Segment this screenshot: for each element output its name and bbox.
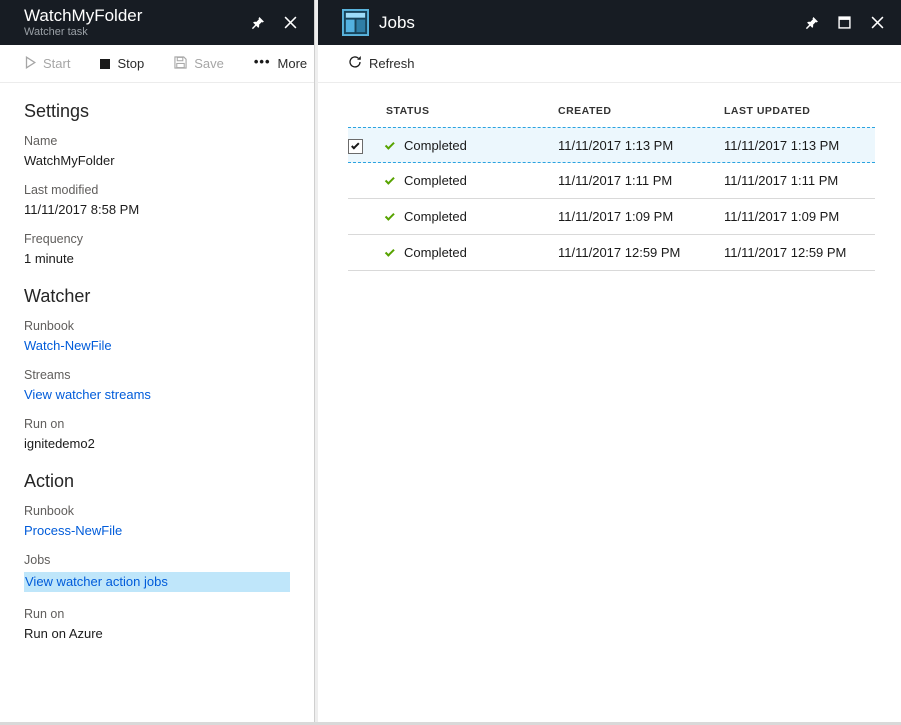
watcher-toolbar: Start Stop Save ••• More [0, 45, 314, 83]
created-cell: 11/11/2017 1:09 PM [558, 209, 724, 224]
field-label: Streams [24, 368, 290, 382]
field-label: Runbook [24, 504, 290, 518]
field-name: Name WatchMyFolder [24, 134, 290, 168]
table-row[interactable]: Completed 11/11/2017 1:11 PM 11/11/2017 … [348, 163, 875, 199]
section-action: Action Runbook Process-NewFile Jobs View… [24, 471, 290, 641]
jobs-blade-header: Jobs [318, 0, 901, 45]
jobs-blade-icon [342, 9, 369, 36]
jobs-blade: Jobs Refresh STATUS [318, 0, 901, 722]
section-watcher: Watcher Runbook Watch-NewFile Streams Vi… [24, 286, 290, 451]
play-icon [25, 56, 36, 72]
field-label: Run on [24, 607, 290, 621]
section-heading: Action [24, 471, 290, 492]
status-cell: Completed [386, 173, 558, 188]
refresh-icon [348, 55, 362, 72]
watcher-header-icons [250, 15, 298, 30]
field-last-modified: Last modified 11/11/2017 8:58 PM [24, 183, 290, 217]
updated-cell: 11/11/2017 12:59 PM [724, 245, 875, 260]
view-watcher-streams-link[interactable]: View watcher streams [24, 387, 290, 402]
field-action-run-on: Run on Run on Azure [24, 607, 290, 641]
view-watcher-action-jobs-link[interactable]: View watcher action jobs [24, 572, 290, 592]
blade-title: Jobs [379, 13, 415, 33]
start-button[interactable]: Start [25, 56, 70, 72]
table-row[interactable]: Completed 11/11/2017 12:59 PM 11/11/2017… [348, 235, 875, 271]
watcher-details: Settings Name WatchMyFolder Last modifie… [0, 83, 314, 679]
field-label: Last modified [24, 183, 290, 197]
process-newfile-link[interactable]: Process-NewFile [24, 523, 290, 538]
created-cell: 11/11/2017 1:13 PM [558, 138, 724, 153]
close-icon[interactable] [870, 15, 885, 30]
pin-icon[interactable] [250, 15, 265, 30]
column-header-created: CREATED [558, 105, 724, 117]
field-watcher-runbook: Runbook Watch-NewFile [24, 319, 290, 353]
updated-cell: 11/11/2017 1:13 PM [724, 138, 875, 153]
field-jobs: Jobs View watcher action jobs [24, 553, 290, 592]
field-label: Runbook [24, 319, 290, 333]
stop-icon [100, 59, 110, 69]
field-frequency: Frequency 1 minute [24, 232, 290, 266]
maximize-icon[interactable] [837, 15, 852, 30]
row-checkbox[interactable] [348, 139, 363, 154]
column-header-last-updated: LAST UPDATED [724, 105, 875, 117]
watcher-title-wrap: WatchMyFolder Watcher task [24, 6, 142, 39]
save-icon [174, 56, 187, 72]
field-watcher-run-on: Run on ignitedemo2 [24, 417, 290, 451]
table-row[interactable]: Completed 11/11/2017 1:09 PM 11/11/2017 … [348, 199, 875, 235]
status-cell: Completed [386, 138, 558, 153]
success-check-icon [385, 247, 395, 257]
status-cell: Completed [386, 245, 558, 260]
more-icon: ••• [254, 54, 271, 69]
blade-subtitle: Watcher task [24, 26, 142, 39]
stop-button[interactable]: Stop [100, 56, 144, 71]
save-button[interactable]: Save [174, 56, 224, 72]
checkmark-icon [351, 141, 359, 149]
field-value: 11/11/2017 8:58 PM [24, 202, 290, 217]
field-streams: Streams View watcher streams [24, 368, 290, 402]
field-label: Jobs [24, 553, 290, 567]
jobs-toolbar: Refresh [318, 45, 901, 83]
pin-icon[interactable] [804, 15, 819, 30]
close-icon[interactable] [283, 15, 298, 30]
success-check-icon [385, 139, 395, 149]
azure-portal-blades: WatchMyFolder Watcher task Start Stop [0, 0, 901, 725]
field-value: ignitedemo2 [24, 436, 290, 451]
field-value: WatchMyFolder [24, 153, 290, 168]
field-label: Name [24, 134, 290, 148]
column-header-status: STATUS [386, 105, 558, 117]
success-check-icon [385, 211, 395, 221]
field-label: Frequency [24, 232, 290, 246]
field-value: 1 minute [24, 251, 290, 266]
field-label: Run on [24, 417, 290, 431]
watcher-blade: WatchMyFolder Watcher task Start Stop [0, 0, 314, 722]
jobs-table: STATUS CREATED LAST UPDATED Completed 11… [348, 95, 875, 271]
section-heading: Watcher [24, 286, 290, 307]
table-header-row: STATUS CREATED LAST UPDATED [348, 95, 875, 127]
watcher-blade-header: WatchMyFolder Watcher task [0, 0, 314, 45]
refresh-button[interactable]: Refresh [348, 55, 415, 72]
created-cell: 11/11/2017 1:11 PM [558, 173, 724, 188]
watch-newfile-link[interactable]: Watch-NewFile [24, 338, 290, 353]
section-settings: Settings Name WatchMyFolder Last modifie… [24, 101, 290, 266]
section-heading: Settings [24, 101, 290, 122]
field-value: Run on Azure [24, 626, 290, 641]
success-check-icon [385, 175, 395, 185]
updated-cell: 11/11/2017 1:11 PM [724, 173, 875, 188]
more-button[interactable]: ••• More [254, 56, 307, 71]
updated-cell: 11/11/2017 1:09 PM [724, 209, 875, 224]
created-cell: 11/11/2017 12:59 PM [558, 245, 724, 260]
blade-title: WatchMyFolder [24, 6, 142, 26]
jobs-header-icons [804, 15, 885, 30]
table-row[interactable]: Completed 11/11/2017 1:13 PM 11/11/2017 … [348, 127, 875, 163]
status-cell: Completed [386, 209, 558, 224]
field-action-runbook: Runbook Process-NewFile [24, 504, 290, 538]
